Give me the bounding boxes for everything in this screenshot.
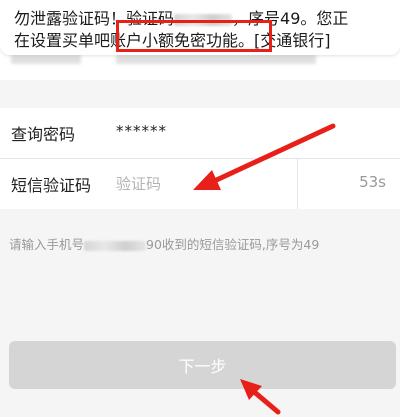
- covered-value: [116, 54, 316, 64]
- divider: [297, 159, 298, 209]
- query-password-label: 查询密码: [11, 125, 76, 144]
- verification-form: 查询密码 ****** 短信验证码 验证码 53s: [0, 108, 400, 209]
- next-step-button[interactable]: 下一步: [9, 341, 396, 389]
- highlight-box: [116, 20, 272, 52]
- sms-code-input[interactable]: 验证码: [116, 173, 161, 194]
- query-password-row: 查询密码 ******: [0, 108, 400, 158]
- hint-text: 90收到的短信验证码,序号为49: [146, 237, 320, 252]
- sms-code-label: 短信验证码: [11, 176, 92, 195]
- sms-text: 在设置买单吧: [14, 31, 111, 50]
- hint-text: 请输入手机号: [9, 237, 85, 252]
- sms-code-row: 短信验证码 验证码 53s: [0, 158, 400, 209]
- redacted-phone: [84, 240, 147, 251]
- sms-hint: 请输入手机号 90收到的短信验证码,序号为49: [9, 234, 319, 253]
- query-password-field[interactable]: ******: [116, 122, 167, 140]
- resend-countdown[interactable]: 53s: [359, 173, 386, 191]
- covered-label: [11, 54, 81, 64]
